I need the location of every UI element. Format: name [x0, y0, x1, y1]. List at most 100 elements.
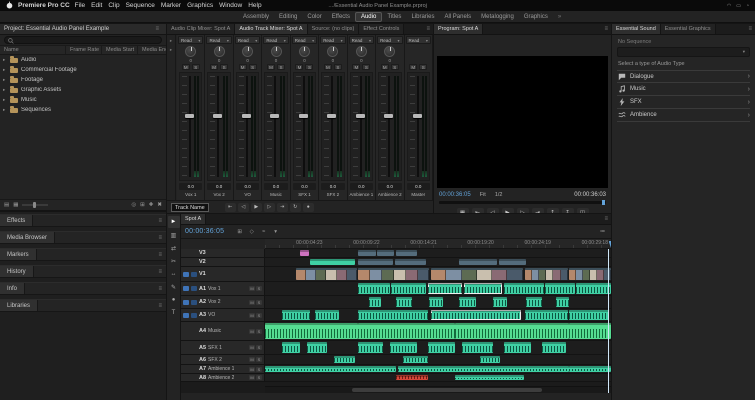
- track-header-a1[interactable]: A1 Vox 1 MS: [181, 282, 265, 295]
- automation-mode-select[interactable]: Read ▾: [206, 36, 232, 44]
- linked-selection-icon[interactable]: ≈: [259, 229, 268, 235]
- menu-clip[interactable]: Clip: [108, 2, 119, 9]
- project-search-box[interactable]: [4, 36, 162, 44]
- menu-help[interactable]: Help: [248, 2, 261, 9]
- step-forward-button[interactable]: ▷: [516, 207, 529, 213]
- timeline-clip[interactable]: [396, 375, 428, 380]
- fader-handle[interactable]: [355, 113, 365, 118]
- panel-tab-media-browser[interactable]: Media Browser: [0, 232, 56, 243]
- panel-menu-icon[interactable]: ≡: [601, 214, 611, 224]
- fader-handle[interactable]: [412, 113, 422, 118]
- workspace-overflow-icon[interactable]: »: [553, 13, 566, 21]
- solo-button[interactable]: S: [305, 64, 314, 70]
- track-header-v2[interactable]: V2: [181, 258, 265, 266]
- timeline-clip[interactable]: [389, 342, 418, 353]
- mute-button[interactable]: M: [409, 64, 418, 70]
- loop-button[interactable]: ↻: [289, 202, 301, 212]
- tab-audio-clip-mixer-spot-a[interactable]: Audio Clip Mixer: Spot A: [167, 24, 236, 34]
- workspace-tab-audio[interactable]: Audio: [354, 11, 383, 22]
- timeline-clip[interactable]: [296, 268, 357, 280]
- track-header-a3[interactable]: A3 VO M S: [181, 309, 265, 321]
- timeline-clip[interactable]: [569, 310, 610, 320]
- track-header-a8[interactable]: A8 Ambience 2 MS: [181, 374, 265, 381]
- track-header-a5[interactable]: A5 SFX 1 MS: [181, 341, 265, 354]
- timeline-clip[interactable]: [427, 283, 463, 294]
- timeline-clip[interactable]: [503, 283, 544, 294]
- icon-view-button[interactable]: ▦: [13, 202, 18, 208]
- mute-button[interactable]: M: [295, 64, 304, 70]
- panel-menu-icon[interactable]: ≡: [158, 303, 166, 309]
- solo-button[interactable]: S: [277, 64, 286, 70]
- solo-button[interactable]: S: [419, 64, 428, 70]
- timeline-clip[interactable]: [334, 356, 355, 363]
- track-target-icon[interactable]: [191, 299, 197, 305]
- pan-knob[interactable]: [178, 45, 203, 58]
- timeline-clip[interactable]: [431, 310, 522, 320]
- track-select-forward-tool[interactable]: ▥: [168, 229, 180, 241]
- menu-marker[interactable]: Marker: [161, 2, 181, 9]
- track-content[interactable]: [265, 355, 611, 364]
- panel-menu-icon[interactable]: ≡: [158, 252, 166, 258]
- twirl-icon[interactable]: ▸: [3, 87, 7, 93]
- project-bin-row[interactable]: ▸ Commercial Footage: [0, 65, 166, 75]
- automation-mode-select[interactable]: Read ▾: [377, 36, 403, 44]
- mute-button[interactable]: M: [210, 64, 219, 70]
- timeline-clip[interactable]: [458, 259, 497, 265]
- track-content[interactable]: [265, 341, 611, 354]
- track-header-a6[interactable]: A6 SFX 2 MS: [181, 355, 265, 364]
- column-header-media-start[interactable]: Media Start: [102, 46, 138, 54]
- menu-sequence[interactable]: Sequence: [126, 2, 155, 9]
- track-content[interactable]: [265, 365, 611, 373]
- fader-handle[interactable]: [298, 113, 308, 118]
- mute-button[interactable]: M: [380, 64, 389, 70]
- timeline-clip[interactable]: [358, 342, 383, 353]
- track-header-v1[interactable]: V1: [181, 267, 265, 281]
- go-to-in-button[interactable]: ⇤: [224, 202, 236, 212]
- mute-button[interactable]: M: [323, 64, 332, 70]
- twirl-icon[interactable]: ▸: [3, 57, 7, 63]
- playhead-marker-icon[interactable]: [608, 241, 611, 248]
- workspace-tab-editing[interactable]: Editing: [274, 13, 302, 21]
- track-mute-button[interactable]: M: [249, 375, 255, 380]
- source-patch-icon[interactable]: [183, 299, 189, 305]
- hand-tool[interactable]: ●: [168, 294, 180, 306]
- track-target-icon[interactable]: [191, 286, 197, 291]
- timeline-clip[interactable]: [545, 283, 575, 294]
- program-playhead[interactable]: [602, 200, 605, 205]
- pan-knob[interactable]: [377, 45, 402, 58]
- tab-essential-sound[interactable]: Essential Sound: [612, 24, 661, 34]
- audio-type-dialogue[interactable]: Dialogue ›: [617, 70, 750, 83]
- step-forward-button[interactable]: ▷: [263, 202, 275, 212]
- track-content[interactable]: [265, 296, 611, 308]
- project-bin-row[interactable]: ▸ Audio: [0, 55, 166, 65]
- track-mute-button[interactable]: M: [249, 366, 255, 372]
- program-video-viewport[interactable]: [437, 56, 608, 188]
- add-marker-icon[interactable]: ▾: [271, 229, 280, 235]
- mute-button[interactable]: M: [181, 64, 190, 70]
- pan-knob[interactable]: [320, 45, 345, 58]
- automation-mode-select[interactable]: Read ▾: [348, 36, 375, 44]
- timeline-clip[interactable]: [282, 342, 300, 353]
- timeline-clip[interactable]: [569, 268, 611, 280]
- solo-button[interactable]: S: [362, 64, 371, 70]
- find-button[interactable]: ◎: [131, 202, 136, 208]
- panel-menu-icon[interactable]: ≡: [152, 26, 162, 32]
- timeline-clip[interactable]: [358, 323, 455, 339]
- twirl-icon[interactable]: ▸: [3, 97, 7, 103]
- panel-menu-icon[interactable]: ≡: [158, 218, 166, 224]
- solo-button[interactable]: S: [333, 64, 342, 70]
- track-content[interactable]: [265, 267, 611, 281]
- pan-knob[interactable]: [235, 45, 260, 58]
- pan-knob[interactable]: [349, 45, 374, 58]
- automation-mode-select[interactable]: Read ▾: [178, 36, 204, 44]
- timeline-clip[interactable]: [455, 375, 525, 380]
- go-to-in-button[interactable]: ⇤: [471, 207, 484, 213]
- workspace-tab-color[interactable]: Color: [302, 13, 326, 21]
- automation-mode-select[interactable]: Read ▾: [320, 36, 346, 44]
- tab-sequence[interactable]: Spot A: [181, 214, 207, 224]
- go-to-out-button[interactable]: ⇥: [276, 202, 288, 212]
- timeline-clip[interactable]: [377, 250, 395, 256]
- project-bin-row[interactable]: ▸ Sequences: [0, 105, 166, 115]
- audio-type-music[interactable]: Music ›: [617, 83, 750, 96]
- twirl-icon[interactable]: ▸: [3, 77, 7, 83]
